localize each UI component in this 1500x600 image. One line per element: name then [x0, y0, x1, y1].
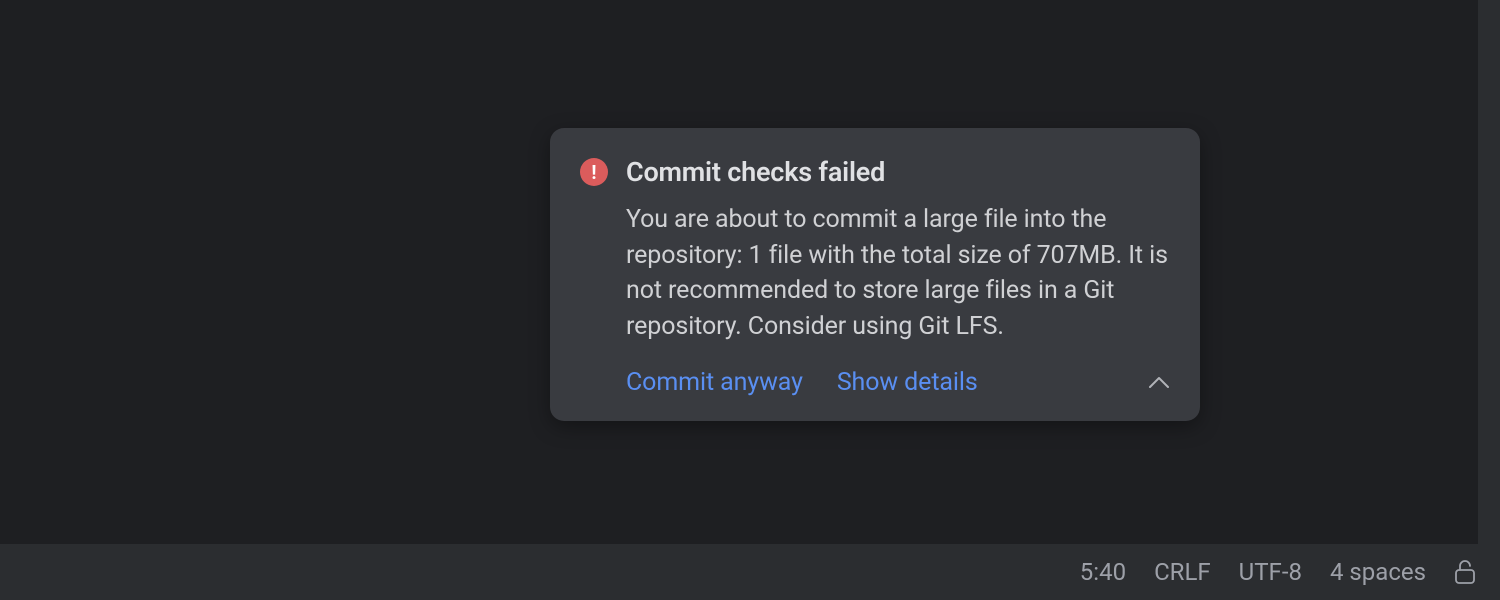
lock-icon[interactable]	[1454, 559, 1476, 585]
commit-anyway-link[interactable]: Commit anyway	[626, 368, 803, 397]
notification-body: You are about to commit a large file int…	[626, 202, 1170, 344]
line-separator[interactable]: CRLF	[1154, 558, 1211, 586]
notification-header: ! Commit checks failed	[580, 156, 1170, 188]
file-encoding[interactable]: UTF-8	[1239, 558, 1302, 586]
indent-setting[interactable]: 4 spaces	[1330, 558, 1426, 586]
statusbar: 5:40 CRLF UTF-8 4 spaces	[0, 544, 1500, 600]
cursor-position[interactable]: 5:40	[1080, 558, 1126, 586]
notification-popup: ! Commit checks failed You are about to …	[550, 128, 1200, 421]
chevron-up-icon[interactable]	[1148, 376, 1170, 390]
show-details-link[interactable]: Show details	[837, 368, 978, 397]
right-gutter	[1478, 0, 1500, 544]
notification-actions: Commit anyway Show details	[626, 368, 1170, 397]
notification-title: Commit checks failed	[626, 156, 885, 188]
error-icon: !	[580, 158, 608, 186]
